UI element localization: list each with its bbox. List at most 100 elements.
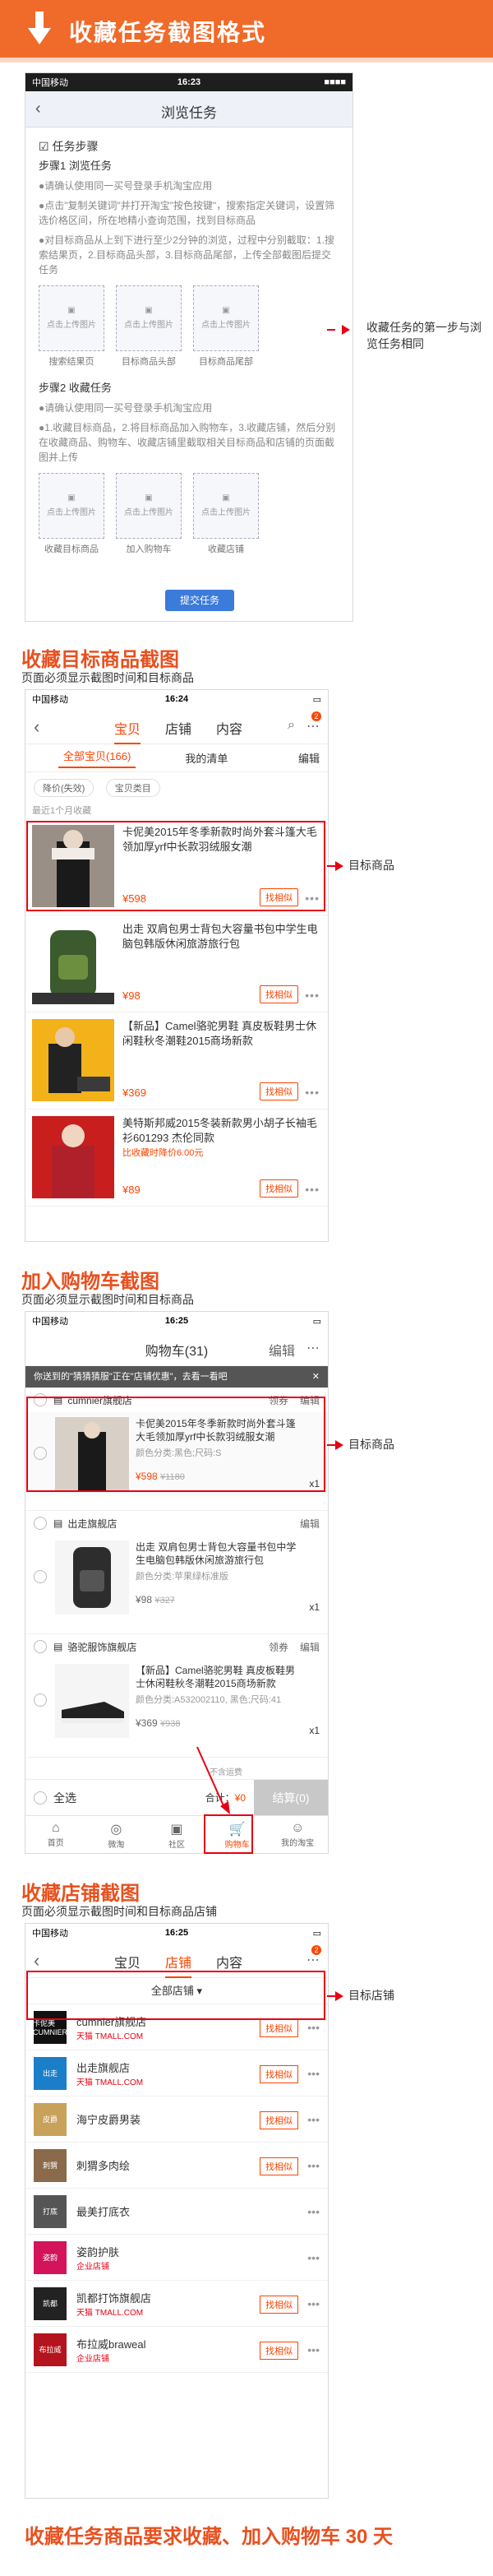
upload-box[interactable]: ▣ 点击上传图片 — [39, 285, 104, 351]
shop-item[interactable]: 布拉威 布拉威braweal 企业店铺 找相似 ••• — [25, 2327, 328, 2373]
tab-home[interactable]: ⌂ 首页 — [25, 1816, 86, 1853]
more-icon[interactable]: ••• — [307, 2251, 320, 2264]
find-similar-button[interactable]: 找相似 — [260, 2157, 298, 2175]
upload-slot[interactable]: ▣ 点击上传图片 搜索结果页 — [39, 285, 104, 369]
filter-all[interactable]: 全部宝贝(166) — [58, 748, 136, 768]
cart-item[interactable]: 【新品】Camel骆驼男鞋 真皮板鞋男士休闲鞋秋冬潮鞋2015商场新款 颜色分类… — [25, 1659, 328, 1743]
shop-name[interactable]: 骆驼服饰旗舰店 — [67, 1640, 136, 1654]
filter-edit[interactable]: 编辑 — [298, 750, 320, 766]
tab-community[interactable]: ▣ 社区 — [146, 1816, 207, 1853]
product-item[interactable]: 【新品】Camel骆驼男鞋 真皮板鞋男士休闲鞋秋冬潮鞋2015商场新款 ¥369… — [25, 1012, 328, 1110]
find-similar-button[interactable]: 找相似 — [260, 2065, 298, 2083]
back-icon[interactable]: ‹ — [34, 1950, 39, 1971]
more-icon[interactable]: ••• — [307, 2205, 320, 2218]
find-similar-button[interactable]: 找相似 — [260, 1179, 298, 1198]
cart-item[interactable]: 出走 双肩包男士背包大容量书包中学生电脑包韩版休闲旅游旅行包 颜色分类:苹果绿标… — [25, 1536, 328, 1619]
status-bar: 中国移动 16:24 ▭ — [25, 690, 328, 708]
fav-shop-title: 收藏店铺截图 — [21, 1883, 140, 1905]
cart-item-info: 出走 双肩包男士背包大容量书包中学生电脑包韩版休闲旅游旅行包 颜色分类:苹果绿标… — [136, 1541, 300, 1615]
cart-item-qty: x1 — [309, 1601, 320, 1613]
broadcast-icon: ◎ — [110, 1823, 122, 1837]
time-label: 16:23 — [177, 77, 201, 87]
upload-box[interactable]: ▣ 点击上传图片 — [193, 473, 259, 539]
find-similar-button[interactable]: 找相似 — [260, 2296, 298, 2314]
more-icon[interactable]: ••• — [305, 1183, 320, 1196]
more-icon[interactable]: ••• — [307, 2159, 320, 2172]
upload-slot[interactable]: ▣ 点击上传图片 目标商品尾部 — [193, 285, 259, 369]
upload-slot[interactable]: ▣ 点击上传图片 收藏目标商品 — [39, 473, 104, 557]
more-icon[interactable]: ••• — [305, 989, 320, 1002]
step1-title: 步骤1 浏览任务 — [39, 160, 112, 172]
upload-row: ▣ 点击上传图片 搜索结果页 ▣ 点击上传图片 目标商品头部 ▣ 点击上传图片 目标商… — [39, 285, 339, 369]
more-icon[interactable]: ••• — [307, 2021, 320, 2034]
tab-goods[interactable]: 宝贝 — [114, 718, 141, 744]
shop-item[interactable]: 出走 出走旗舰店 天猫 TMALL.COM 找相似 ••• — [25, 2050, 328, 2096]
select-checkbox[interactable] — [34, 1693, 47, 1707]
shop-logo: 出走 — [34, 2056, 67, 2090]
shop-name[interactable]: 出走旗舰店 — [67, 1517, 117, 1531]
more-icon[interactable]: ••• — [305, 1086, 320, 1099]
edit-link[interactable]: 编辑 — [300, 1640, 320, 1654]
tabs: 宝贝 店铺 内容 — [114, 718, 242, 744]
more-icon[interactable]: ••• — [307, 2113, 320, 2126]
step1-bullet: ●请确认使用同一买号登录手机淘宝应用 — [39, 180, 213, 192]
product-item[interactable]: 美特斯邦威2015冬装新款男小胡子长袖毛衫601293 杰伦同款 比收藏时降价6.… — [25, 1110, 328, 1207]
more-icon[interactable]: ••• — [307, 2297, 320, 2310]
search-icon[interactable]: ⌕ — [288, 718, 295, 734]
filter-list[interactable]: 我的清单 — [185, 750, 228, 766]
tab-shops[interactable]: 店铺 — [165, 718, 191, 744]
shop-name: 出走旗舰店 — [76, 2061, 131, 2074]
coupon-link[interactable]: 领券 — [269, 1640, 288, 1654]
select-all-label[interactable]: 全选 — [53, 1790, 76, 1806]
find-similar-button[interactable]: 找相似 — [260, 985, 298, 1003]
select-checkbox[interactable] — [34, 1517, 47, 1530]
shop-item[interactable]: 刺猬 刺猬多肉绘 找相似 ••• — [25, 2143, 328, 2189]
edit-button[interactable]: 编辑 — [269, 1340, 295, 1360]
cart-screenshot: 中国移动 16:25 ▭ 购物车(31) 编辑 ⋯ 你送到的"猜猜猜服"正在"店… — [25, 1311, 329, 1854]
chip-price-drop[interactable]: 降价(失效) — [34, 779, 94, 797]
shop-item[interactable]: 皮爵 海宁皮爵男装 找相似 ••• — [25, 2096, 328, 2143]
select-all-checkbox[interactable] — [34, 1791, 47, 1805]
upload-row: ▣ 点击上传图片 收藏目标商品 ▣ 点击上传图片 加入购物车 ▣ 点击上传图片 收藏店… — [39, 473, 339, 557]
more-icon[interactable]: ••• — [307, 2067, 320, 2080]
tab-content[interactable]: 内容 — [216, 718, 242, 744]
checkout-button[interactable]: 结算(0) — [254, 1779, 328, 1816]
fav-shop-subtitle: 页面必须显示截图时间和目标商品店铺 — [21, 1905, 217, 1918]
more-icon[interactable]: ••• — [307, 2343, 320, 2356]
time-label: 16:24 — [164, 694, 189, 704]
chip-category[interactable]: 宝贝类目 — [105, 779, 160, 797]
submit-task-button[interactable]: 提交任务 — [165, 590, 234, 611]
upload-box[interactable]: ▣ 点击上传图片 — [116, 473, 182, 539]
checkout-bar: 全选 合计： ¥0 结算(0) — [25, 1779, 328, 1816]
upload-box[interactable]: ▣ 点击上传图片 — [193, 285, 259, 351]
back-icon[interactable]: ‹ — [34, 716, 39, 738]
upload-slot[interactable]: ▣ 点击上传图片 加入购物车 — [116, 473, 182, 557]
tab-my-taobao[interactable]: ☺ 我的淘宝 — [267, 1816, 328, 1853]
shop-item[interactable]: 凯都 凯都打饰旗舰店 天猫 TMALL.COM 找相似 ••• — [25, 2281, 328, 2327]
shop-info: 布拉威braweal 企业店铺 — [76, 2336, 146, 2364]
find-similar-button[interactable]: 找相似 — [260, 2342, 298, 2360]
shop-item[interactable]: 打底 最美打底衣 ••• — [25, 2189, 328, 2235]
find-similar-button[interactable]: 找相似 — [260, 1082, 298, 1100]
more-icon[interactable]: ⋯ — [306, 1340, 320, 1360]
fav-goods-screenshot: 中国移动 16:24 ▭ ‹ 宝贝 店铺 内容 ⌕ ⋯ 2 全部宝贝(166) … — [25, 689, 329, 1242]
close-icon[interactable]: ✕ — [312, 1366, 320, 1388]
product-item[interactable]: 出走 双肩包男士背包大容量书包中学生电脑包韩版休闲旅游旅行包 ¥98 找相似 •… — [25, 915, 328, 1012]
upload-box[interactable]: ▣ 点击上传图片 — [116, 285, 182, 351]
image-icon: ▣ — [222, 493, 230, 503]
step2-title: 步骤2 收藏任务 — [39, 382, 112, 394]
find-similar-button[interactable]: 找相似 — [260, 2019, 298, 2037]
find-similar-button[interactable]: 找相似 — [260, 2111, 298, 2129]
shop-item[interactable]: 姿韵 姿韵护肤 企业店铺 ••• — [25, 2235, 328, 2281]
upload-box[interactable]: ▣ 点击上传图片 — [39, 473, 104, 539]
gamepad-icon: ▣ — [170, 1823, 183, 1837]
upload-slot[interactable]: ▣ 点击上传图片 目标商品头部 — [116, 285, 182, 369]
select-checkbox[interactable] — [34, 1640, 47, 1653]
upload-slot[interactable]: ▣ 点击上传图片 收藏店铺 — [193, 473, 259, 557]
edit-link[interactable]: 编辑 — [300, 1517, 320, 1531]
image-icon: ▣ — [145, 306, 153, 315]
select-checkbox[interactable] — [34, 1570, 47, 1583]
tab-weitao[interactable]: ◎ 微淘 — [86, 1816, 147, 1853]
price-drop-label: 比收藏时降价6.00元 — [122, 1148, 204, 1158]
user-icon: ☺ — [291, 1821, 305, 1835]
